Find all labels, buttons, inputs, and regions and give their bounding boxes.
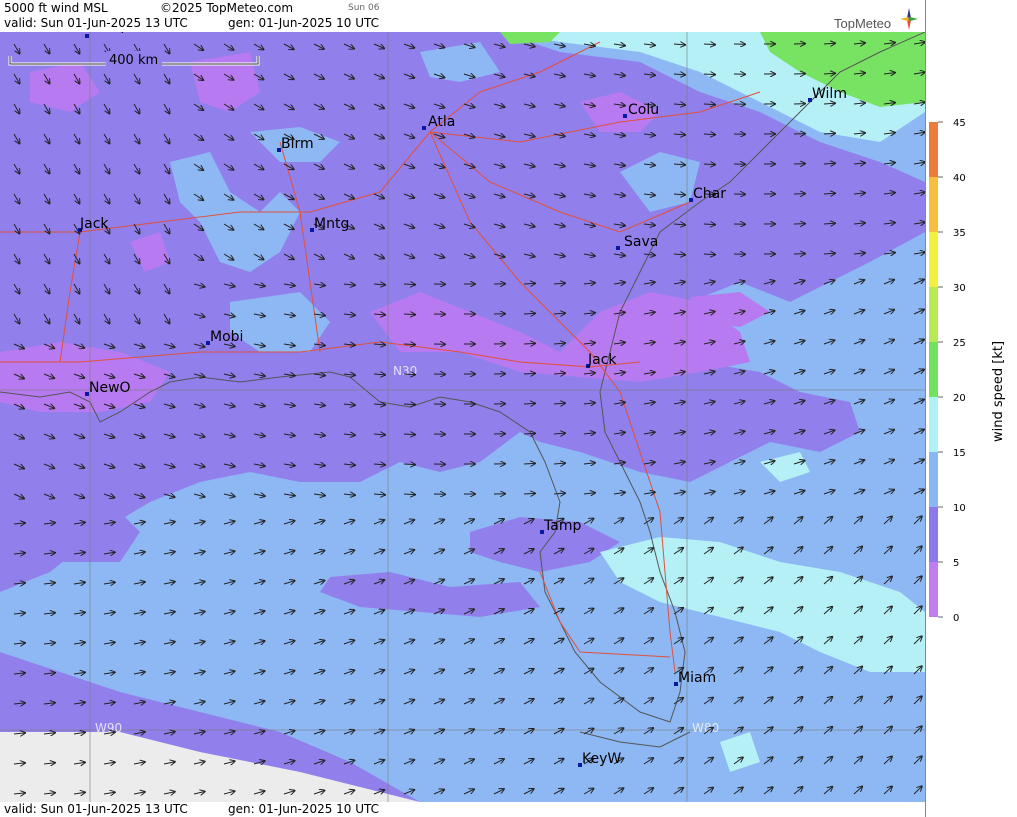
legend-swatch-15-20 [929, 397, 938, 452]
generated-time: gen: 01-Jun-2025 10 UTC [228, 16, 380, 30]
wind-arrow [523, 463, 535, 464]
legend-tick-label: 40 [953, 173, 966, 184]
legend-tick-label: 15 [953, 448, 966, 459]
day-tab[interactable]: Sun 06 [348, 3, 379, 13]
legend-swatch-25-30 [929, 287, 938, 342]
footer-bar: valid: Sun 01-Jun-2025 13 UTC gen: 01-Ju… [0, 802, 925, 817]
city-label-tamp[interactable]: Tamp [543, 518, 581, 534]
wind-arrow [523, 493, 535, 494]
legend-tick-label: 10 [953, 503, 966, 514]
legend-swatch-0-5 [929, 562, 938, 617]
legend-color-bar [929, 122, 938, 617]
header-bar: 5000 ft wind MSL ©2025 TopMeteo.com Sun … [0, 0, 925, 32]
city-marker-sava[interactable] [616, 246, 620, 250]
legend-swatch-10-15 [929, 452, 938, 507]
legend-swatch-5-10 [929, 507, 938, 562]
legend-swatch-30-35 [929, 232, 938, 287]
legend-tick-labels: 45 40 35 30 25 20 15 10 5 0 [938, 118, 966, 624]
wind-arrow [403, 284, 415, 285]
legend-tick-label: 35 [953, 228, 966, 239]
legend-title: wind speed [kt] [991, 341, 1006, 442]
city-label-jack[interactable]: Jack [79, 216, 109, 232]
wind-arrow [703, 74, 715, 75]
legend-tick-label: 45 [953, 118, 966, 129]
wind-arrow [703, 224, 715, 225]
legend-panel: 45 40 35 30 25 20 15 10 5 0 wind speed [kt] [925, 0, 1017, 817]
legend-swatch-20-25 [929, 342, 938, 397]
wind-arrow [403, 494, 415, 495]
city-label-birm[interactable]: Birm [281, 136, 314, 152]
city-label-newo[interactable]: NewO [89, 380, 131, 396]
legend-swatch-35-40 [929, 177, 938, 232]
wind-arrow [403, 374, 415, 375]
city-label-mntg[interactable]: Mntg [314, 216, 349, 232]
footer-generated-time: gen: 01-Jun-2025 10 UTC [228, 802, 380, 816]
legend-tick-label: 20 [953, 393, 966, 404]
wind-arrow [403, 314, 415, 315]
wind-arrow [523, 433, 535, 434]
wind-arrow [523, 343, 535, 344]
wind-arrow [403, 434, 415, 435]
legend-tick-label: 0 [953, 613, 959, 624]
scale-bar-label: 400 km [109, 53, 158, 68]
city-label-atla[interactable]: Atla [428, 114, 455, 130]
valid-time: valid: Sun 01-Jun-2025 13 UTC [4, 16, 188, 30]
chart-title: 5000 ft wind MSL [4, 1, 108, 15]
grid-label-n30: N30 [393, 364, 417, 378]
wind-arrow [403, 464, 415, 465]
city-label-sava[interactable]: Sava [624, 234, 658, 250]
topmeteo-logo[interactable]: TopMeteo [834, 8, 924, 32]
wind-arrow [703, 254, 715, 255]
city-label-mobi[interactable]: Mobi [210, 329, 243, 345]
city-label-memp[interactable]: Memp [86, 32, 129, 34]
wind-arrow [703, 134, 715, 135]
legend-swatch-40-45 [929, 122, 938, 177]
copyright-text: ©2025 TopMeteo.com [160, 1, 294, 15]
city-marker-colu[interactable] [623, 114, 627, 118]
wind-arrow [703, 104, 715, 105]
legend-tick-label: 25 [953, 338, 966, 349]
wind-arrow [403, 404, 415, 405]
city-label-miam[interactable]: Miam [678, 670, 716, 686]
city-label-colu[interactable]: Colu [628, 102, 659, 118]
logo-text: TopMeteo [834, 16, 892, 31]
wind-arrow [703, 44, 715, 45]
wind-map[interactable]: N30 W90 W80 400 km MempAtlaColuWilmBirmC… [0, 32, 925, 802]
legend-tick-label: 5 [953, 558, 959, 569]
legend-tick-label: 30 [953, 283, 966, 294]
wind-arrow [523, 373, 535, 374]
footer-valid-time: valid: Sun 01-Jun-2025 13 UTC [4, 802, 188, 816]
wind-arrow [523, 403, 535, 404]
wind-arrow [703, 164, 715, 165]
wind-arrow [523, 313, 535, 314]
compass-icon [900, 8, 918, 30]
city-label-char[interactable]: Char [693, 186, 726, 202]
city-label-jack[interactable]: Jack [587, 352, 617, 368]
city-label-keyw[interactable]: KeyW [582, 751, 621, 767]
city-label-wilm[interactable]: Wilm [812, 86, 847, 102]
city-marker-atla[interactable] [422, 126, 426, 130]
wind-arrow [403, 344, 415, 345]
city-marker-memp[interactable] [85, 34, 89, 38]
wind-arrow [523, 283, 535, 284]
